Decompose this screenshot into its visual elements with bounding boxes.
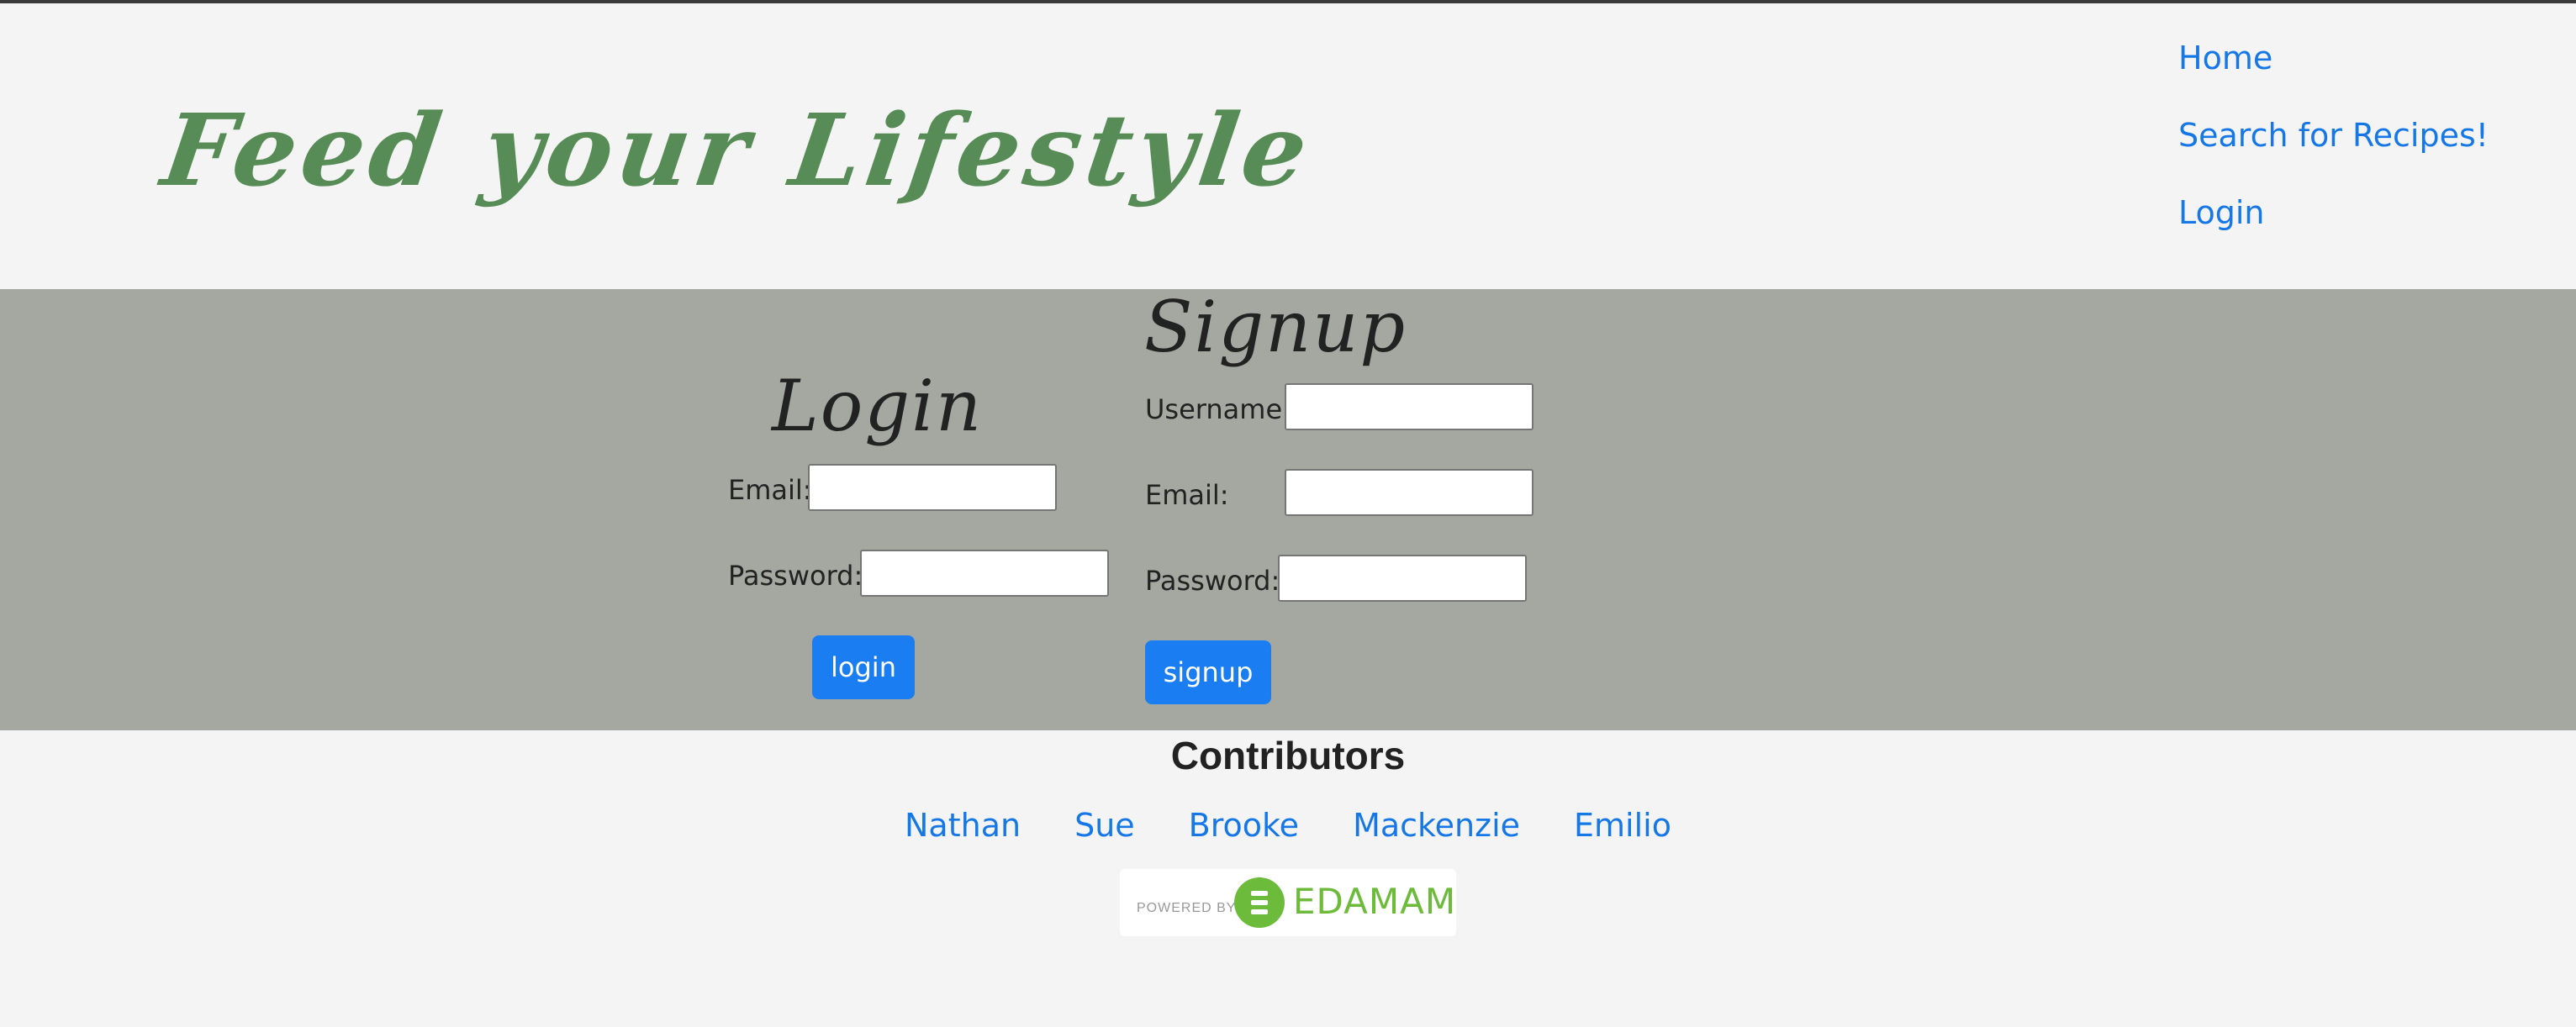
signup-button[interactable]: signup xyxy=(1145,640,1271,704)
contributor-link-mackenzie[interactable]: Mackenzie xyxy=(1353,807,1520,844)
signup-email-label: Email: xyxy=(1145,479,1229,511)
login-password-label: Password: xyxy=(728,560,863,592)
contributors-list: Nathan Sue Brooke Mackenzie Emilio xyxy=(0,807,2576,844)
login-password-input[interactable] xyxy=(860,550,1109,597)
signup-username-label: Username: xyxy=(1145,393,1291,425)
site-title: Feed your Lifestyle xyxy=(156,92,1320,208)
signup-password-input[interactable] xyxy=(1278,555,1527,602)
nav-login-link[interactable]: Login xyxy=(2178,192,2489,269)
signup-username-input[interactable] xyxy=(1285,383,1533,430)
powered-by-label: POWERED BY xyxy=(1137,901,1237,915)
login-email-input[interactable] xyxy=(808,464,1057,511)
contributor-link-emilio[interactable]: Emilio xyxy=(1574,807,1671,844)
signup-email-input[interactable] xyxy=(1285,469,1533,516)
contributors-heading: Contributors xyxy=(1170,734,1406,777)
powered-by-edamam-badge[interactable]: POWERED BY EDAMAM xyxy=(1120,869,1456,936)
contributor-link-nathan[interactable]: Nathan xyxy=(905,807,1021,844)
login-button[interactable]: login xyxy=(812,635,915,699)
edamam-brand-text: EDAMAM xyxy=(1293,881,1457,922)
auth-forms-band: Login Email: Password: login Signup User… xyxy=(0,286,2576,730)
nav-search-recipes-link[interactable]: Search for Recipes! xyxy=(2178,114,2489,192)
contributor-link-sue[interactable]: Sue xyxy=(1074,807,1135,844)
edamam-logo-icon xyxy=(1234,877,1285,928)
login-title: Login xyxy=(772,365,984,447)
contributor-link-brooke[interactable]: Brooke xyxy=(1189,807,1299,844)
main-nav: Home Search for Recipes! Login xyxy=(2178,37,2489,269)
login-email-label: Email: xyxy=(728,474,812,506)
nav-home-link[interactable]: Home xyxy=(2178,37,2489,114)
signup-password-label: Password: xyxy=(1145,565,1280,597)
signup-title: Signup xyxy=(1144,286,1407,368)
site-header: Feed your Lifestyle Home Search for Reci… xyxy=(0,3,2576,289)
